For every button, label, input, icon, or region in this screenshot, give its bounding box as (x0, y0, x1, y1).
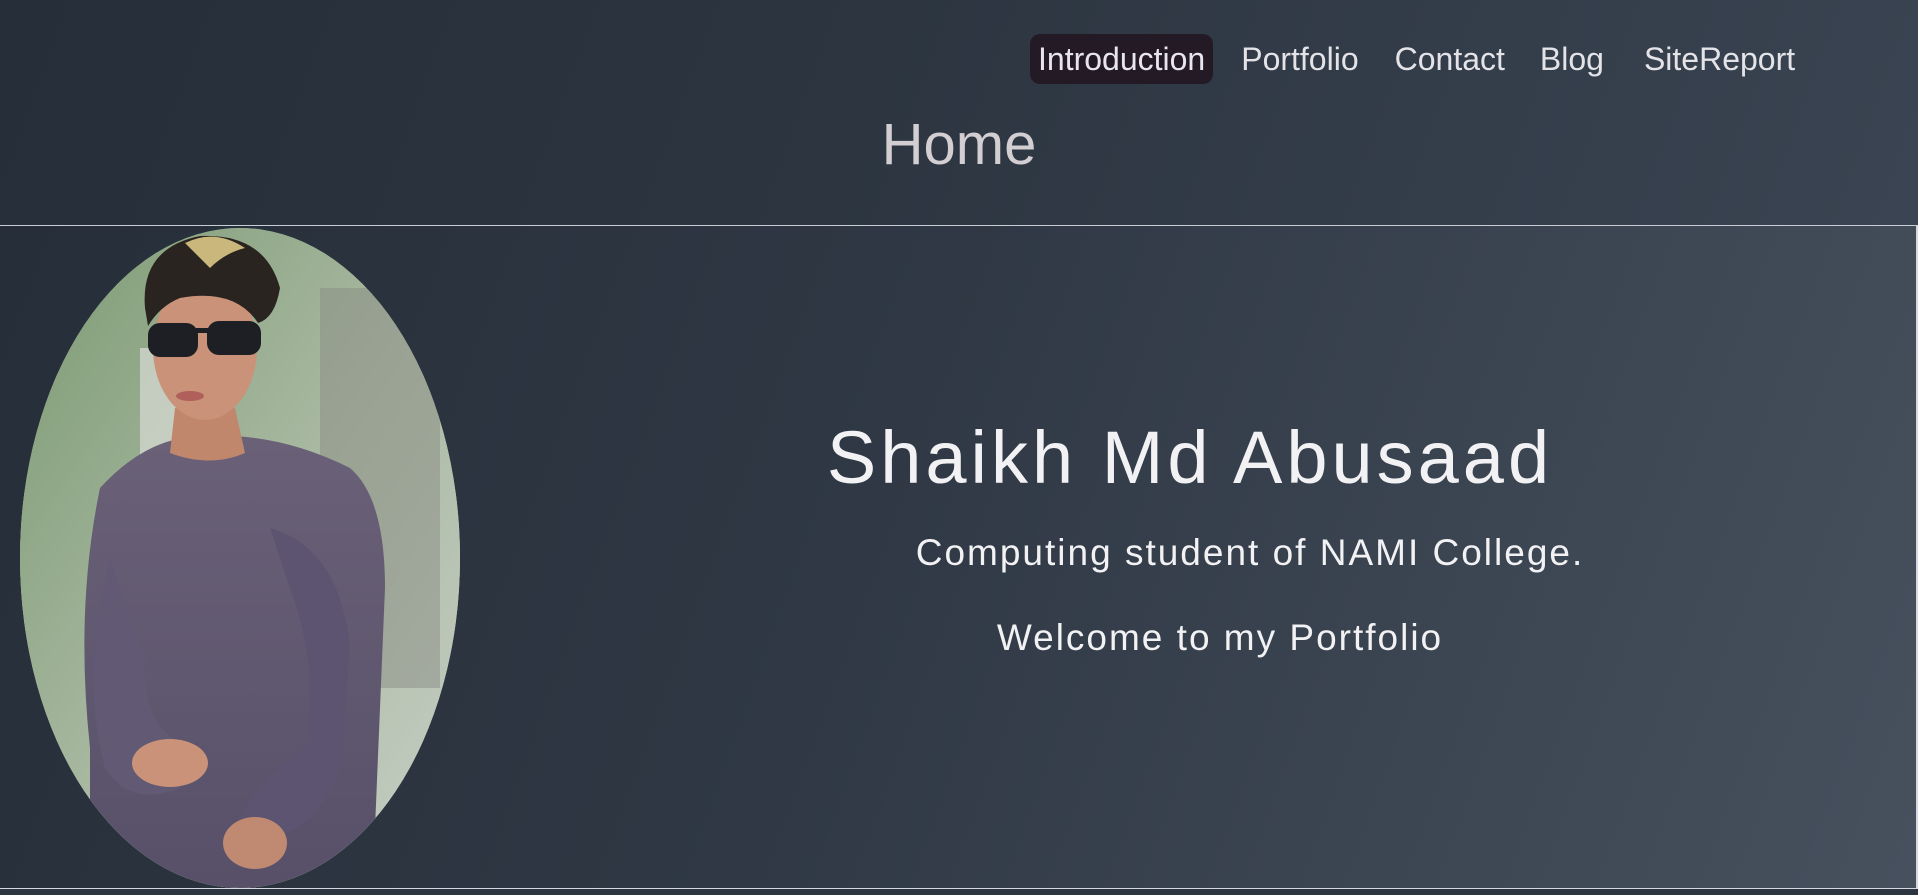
nav-introduction[interactable]: Introduction (1030, 34, 1214, 84)
page-title: Home (0, 110, 1918, 180)
hero-text-block: Shaikh Md Abusaad Computing student of N… (640, 226, 1740, 888)
hero-name: Shaikh Md Abusaad (826, 416, 1554, 499)
page-bottom-strip (0, 889, 1918, 895)
nav-contact[interactable]: Contact (1387, 34, 1513, 84)
page-title-text: Home (881, 112, 1037, 177)
hero-subtitle: Computing student of NAMI College. (915, 532, 1585, 573)
hero-section: Shaikh Md Abusaad Computing student of N… (0, 226, 1918, 889)
nav-portfolio[interactable]: Portfolio (1233, 34, 1366, 84)
site-header: Introduction Portfolio Contact Blog Site… (0, 0, 1918, 226)
hero-welcome: Welcome to my Portfolio (996, 617, 1444, 658)
person-portrait-image (20, 228, 460, 888)
nav-sitereport[interactable]: SiteReport (1636, 34, 1803, 84)
nav-blog[interactable]: Blog (1532, 34, 1612, 84)
main-nav: Introduction Portfolio Contact Blog Site… (1030, 34, 1823, 84)
profile-photo (20, 228, 460, 888)
